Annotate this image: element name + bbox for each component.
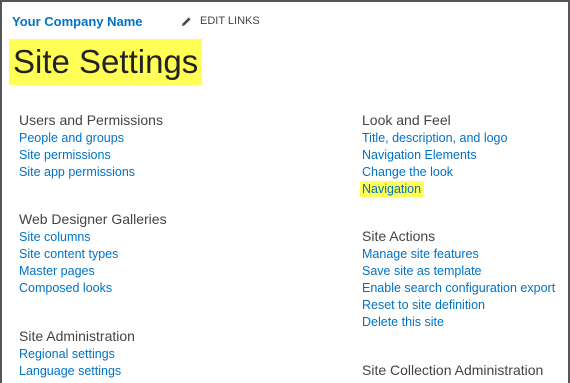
group-users-and-permissions: Users and Permissions People and groups … — [19, 112, 163, 181]
group-site-administration: Site Administration Regional settings La… — [19, 328, 135, 380]
link-site-app-permissions[interactable]: Site app permissions — [19, 164, 163, 181]
link-regional-settings[interactable]: Regional settings — [19, 346, 135, 363]
link-site-permissions[interactable]: Site permissions — [19, 147, 163, 164]
pencil-icon — [182, 16, 191, 26]
group-site-collection-administration: Site Collection Administration — [362, 362, 543, 379]
group-title: Site Administration — [19, 328, 135, 344]
link-manage-site-features[interactable]: Manage site features — [362, 246, 555, 263]
group-title: Web Designer Galleries — [19, 211, 167, 227]
group-site-actions: Site Actions Manage site features Save s… — [362, 228, 555, 331]
edit-links-button[interactable]: EDIT LINKS — [181, 15, 260, 27]
link-people-and-groups[interactable]: People and groups — [19, 130, 163, 147]
link-change-the-look[interactable]: Change the look — [362, 164, 507, 181]
group-look-and-feel: Look and Feel Title, description, and lo… — [360, 112, 507, 198]
link-language-settings[interactable]: Language settings — [19, 363, 135, 380]
page-title: Site Settings — [9, 39, 202, 85]
link-navigation-label: Navigation — [360, 181, 425, 197]
group-title: Users and Permissions — [19, 112, 163, 128]
link-site-content-types[interactable]: Site content types — [19, 246, 167, 263]
link-title-description-logo[interactable]: Title, description, and logo — [362, 130, 507, 147]
link-reset-to-site-definition[interactable]: Reset to site definition — [362, 297, 555, 314]
link-delete-this-site[interactable]: Delete this site — [362, 314, 555, 331]
link-site-columns[interactable]: Site columns — [19, 229, 167, 246]
group-web-designer-galleries: Web Designer Galleries Site columns Site… — [19, 211, 167, 297]
group-title: Site Actions — [362, 228, 436, 244]
link-navigation[interactable]: Navigation — [360, 181, 507, 198]
site-name-link[interactable]: Your Company Name — [12, 14, 143, 29]
link-enable-search-config-export[interactable]: Enable search configuration export — [362, 280, 555, 297]
link-navigation-elements[interactable]: Navigation Elements — [362, 147, 507, 164]
link-save-site-as-template[interactable]: Save site as template — [362, 263, 555, 280]
link-master-pages[interactable]: Master pages — [19, 263, 167, 280]
edit-links-label: EDIT LINKS — [200, 15, 260, 27]
group-title: Look and Feel — [362, 112, 451, 128]
link-composed-looks[interactable]: Composed looks — [19, 280, 167, 297]
site-settings-window: Your Company Name EDIT LINKS Site Settin… — [0, 0, 570, 383]
group-title: Site Collection Administration — [362, 362, 544, 378]
